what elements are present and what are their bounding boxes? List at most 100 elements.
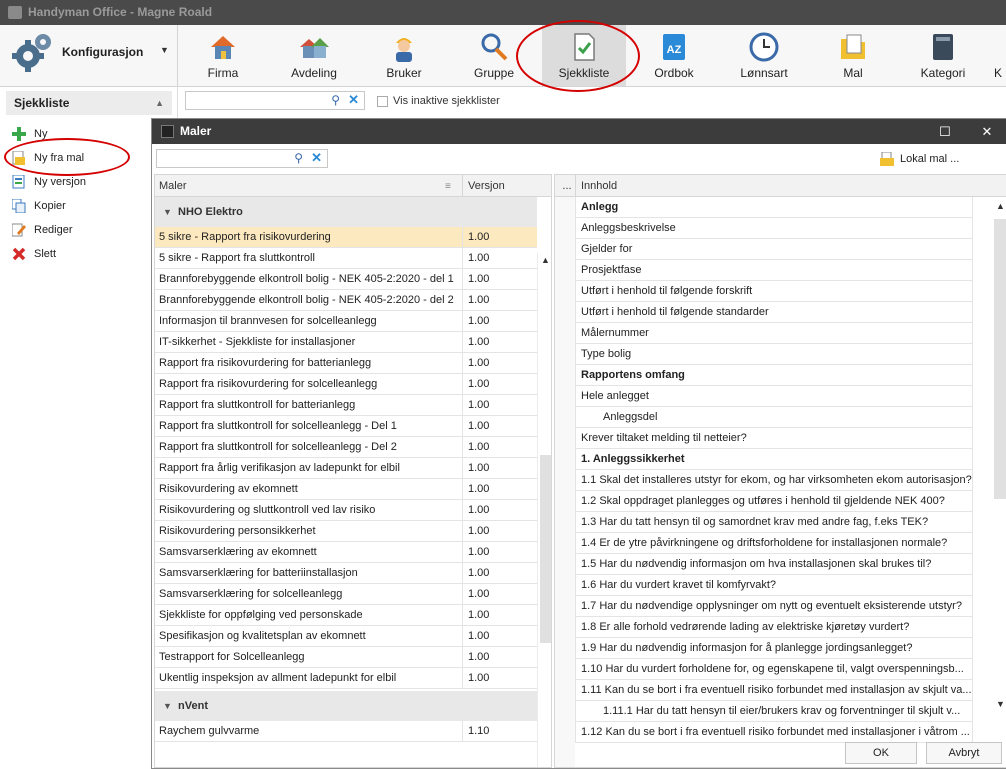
- group-name: NHO Elektro: [178, 206, 243, 218]
- template-name: Samsvarserklæring for solcelleanlegg: [159, 588, 343, 600]
- ribbon-bruker[interactable]: Bruker: [374, 25, 434, 86]
- ribbon-mal[interactable]: Mal: [826, 25, 880, 86]
- template-row[interactable]: Samsvarserklæring for batteriinstallasjo…: [155, 563, 537, 584]
- scroll-thumb[interactable]: [540, 455, 551, 643]
- content-row[interactable]: Hele anlegget: [575, 386, 973, 407]
- template-search-input[interactable]: ⚲ ✕: [156, 149, 328, 168]
- sort-icon[interactable]: ≡: [445, 176, 451, 198]
- template-row[interactable]: Informasjon til brannvesen for solcellea…: [155, 311, 537, 332]
- search-icon[interactable]: ⚲: [294, 151, 303, 165]
- template-row[interactable]: 5 sikre - Rapport fra sluttkontroll 1.00: [155, 248, 537, 269]
- template-row[interactable]: Sjekkliste for oppfølging ved personskad…: [155, 605, 537, 626]
- template-name: Rapport fra sluttkontroll for solcellean…: [159, 441, 397, 453]
- content-row[interactable]: Krever tiltaket melding til netteier?: [575, 428, 973, 449]
- column-maler[interactable]: Maler: [159, 175, 187, 197]
- template-row[interactable]: Samsvarserklæring for solcelleanlegg 1.00: [155, 584, 537, 605]
- show-inactive-checkbox[interactable]: [377, 96, 388, 107]
- search-icon[interactable]: ⚲: [331, 93, 340, 107]
- template-row[interactable]: Ukentlig inspeksjon av allment ladepunkt…: [155, 668, 537, 689]
- templates-dialog: Maler ☐ ✕ ⚲ ✕ Lokal mal ... Maler ≡ Vers…: [151, 118, 1006, 769]
- content-row[interactable]: 1.10 Har du vurdert forholdene for, og e…: [575, 659, 973, 680]
- scroll-down-icon[interactable]: ▼: [996, 699, 1005, 709]
- content-row[interactable]: 1.3 Har du tatt hensyn til og samordnet …: [575, 512, 973, 533]
- ribbon-firma[interactable]: Firma: [194, 25, 252, 86]
- template-row[interactable]: Brannforebyggende elkontroll bolig - NEK…: [155, 290, 537, 311]
- template-row[interactable]: Brannforebyggende elkontroll bolig - NEK…: [155, 269, 537, 290]
- template-row[interactable]: Rapport fra sluttkontroll for batterianl…: [155, 395, 537, 416]
- ok-button[interactable]: OK: [845, 742, 917, 764]
- content-row[interactable]: 1.11 Kan du se bort i fra eventuell risi…: [575, 680, 973, 701]
- content-row[interactable]: 1.8 Er alle forhold vedrørende lading av…: [575, 617, 973, 638]
- template-row[interactable]: Risikovurdering og sluttkontroll ved lav…: [155, 500, 537, 521]
- column-more[interactable]: ...: [559, 175, 575, 197]
- maximize-icon[interactable]: ☐: [930, 119, 960, 144]
- content-row[interactable]: Prosjektfase: [575, 260, 973, 281]
- template-row[interactable]: IT-sikkerhet - Sjekkliste for installasj…: [155, 332, 537, 353]
- content-scrollbar[interactable]: ▲ ▼: [992, 197, 1006, 767]
- clear-icon[interactable]: ✕: [348, 92, 359, 108]
- content-row[interactable]: Rapportens omfang: [575, 365, 973, 386]
- group-nvent[interactable]: ▼ nVent: [155, 691, 537, 721]
- scroll-thumb[interactable]: [994, 219, 1006, 499]
- content-row[interactable]: 1.2 Skal oppdraget planlegges og utføres…: [575, 491, 973, 512]
- content-row[interactable]: 1. Anleggssikkerhet: [575, 449, 973, 470]
- content-row[interactable]: Utført i henhold til følgende standarder: [575, 302, 973, 323]
- clear-icon[interactable]: ✕: [311, 150, 322, 166]
- new-version-icon: [12, 175, 25, 189]
- action-kopier[interactable]: Kopier: [10, 196, 66, 216]
- content-row[interactable]: Anlegg: [575, 197, 973, 218]
- template-name: 5 sikre - Rapport fra sluttkontroll: [159, 252, 315, 264]
- content-row[interactable]: Anleggsdel: [575, 407, 973, 428]
- ribbon-more[interactable]: K: [994, 25, 1006, 86]
- template-name: Rapport fra risikovurdering for batteria…: [159, 357, 372, 369]
- template-version: 1.00: [462, 458, 537, 478]
- template-row[interactable]: Rapport fra sluttkontroll for solcellean…: [155, 437, 537, 458]
- content-row[interactable]: Gjelder for: [575, 239, 973, 260]
- close-icon[interactable]: ✕: [972, 119, 1002, 144]
- panel-header[interactable]: Sjekkliste ▲: [6, 91, 172, 115]
- template-version: 1.00: [462, 521, 537, 541]
- checklist-search-input[interactable]: ⚲ ✕: [185, 91, 365, 110]
- content-row[interactable]: 1.7 Har du nødvendige opplysninger om ny…: [575, 596, 973, 617]
- template-version: 1.00: [462, 563, 537, 583]
- template-row[interactable]: Raychem gulvvarme 1.10: [155, 721, 537, 742]
- template-row[interactable]: Risikovurdering av ekomnett 1.00: [155, 479, 537, 500]
- content-row[interactable]: 1.11.1 Har du tatt hensyn til eier/bruke…: [575, 701, 973, 722]
- content-row[interactable]: Målernummer: [575, 323, 973, 344]
- template-row[interactable]: 5 sikre - Rapport fra risikovurdering 1.0…: [155, 227, 537, 248]
- template-row[interactable]: Rapport fra risikovurdering for solcelle…: [155, 374, 537, 395]
- ribbon-kategori[interactable]: Kategori: [912, 25, 974, 86]
- column-innhold[interactable]: Innhold: [575, 175, 617, 197]
- template-row[interactable]: Rapport fra risikovurdering for batteria…: [155, 353, 537, 374]
- scroll-up-icon[interactable]: ▲: [541, 255, 550, 265]
- ribbon-ordbok[interactable]: AZ Ordbok: [646, 25, 702, 86]
- ribbon-avdeling[interactable]: Avdeling: [282, 25, 346, 86]
- configuration-menu[interactable]: Konfigurasjon ▼: [0, 25, 178, 86]
- column-versjon[interactable]: Versjon: [462, 175, 505, 197]
- content-row[interactable]: 1.6 Har du vurdert kravet til komfyrvakt…: [575, 575, 973, 596]
- content-row[interactable]: Utført i henhold til følgende forskrift: [575, 281, 973, 302]
- template-row[interactable]: Rapport fra sluttkontroll for solcellean…: [155, 416, 537, 437]
- content-row[interactable]: 1.1 Skal det installeres utstyr for ekom…: [575, 470, 973, 491]
- template-row[interactable]: Samsvarserklæring av ekomnett 1.00: [155, 542, 537, 563]
- template-row[interactable]: Risikovurdering personsikkerhet 1.00: [155, 521, 537, 542]
- action-slett[interactable]: Slett: [10, 244, 56, 264]
- template-row[interactable]: Testrapport for Solcelleanlegg 1.00: [155, 647, 537, 668]
- content-row[interactable]: 1.4 Er de ytre påvirkningene og driftsfo…: [575, 533, 973, 554]
- group-nho-elektro[interactable]: ▼ NHO Elektro: [155, 197, 537, 227]
- content-row[interactable]: 1.5 Har du nødvendig informasjon om hva …: [575, 554, 973, 575]
- template-version: 1.00: [462, 500, 537, 520]
- content-row[interactable]: Anleggsbeskrivelse: [575, 218, 973, 239]
- local-template-button[interactable]: Lokal mal ...: [880, 151, 959, 167]
- template-row[interactable]: Spesifikasjon og kvalitetsplan av ekomne…: [155, 626, 537, 647]
- content-row[interactable]: 1.9 Har du nødvendig informasjon for å p…: [575, 638, 973, 659]
- scroll-up-icon[interactable]: ▲: [996, 201, 1005, 211]
- action-rediger[interactable]: Rediger: [10, 220, 73, 240]
- content-row[interactable]: Type bolig: [575, 344, 973, 365]
- ribbon-lonnsart[interactable]: Lønnsart: [733, 25, 795, 86]
- template-row[interactable]: Rapport fra årlig verifikasjon av ladepu…: [155, 458, 537, 479]
- templates-scrollbar[interactable]: ▲: [537, 253, 551, 767]
- grid-header: Maler ≡ Versjon: [155, 175, 551, 198]
- content-row[interactable]: 1.12 Kan du se bort i fra eventuell risi…: [575, 722, 973, 743]
- cancel-button[interactable]: Avbryt: [926, 742, 1002, 764]
